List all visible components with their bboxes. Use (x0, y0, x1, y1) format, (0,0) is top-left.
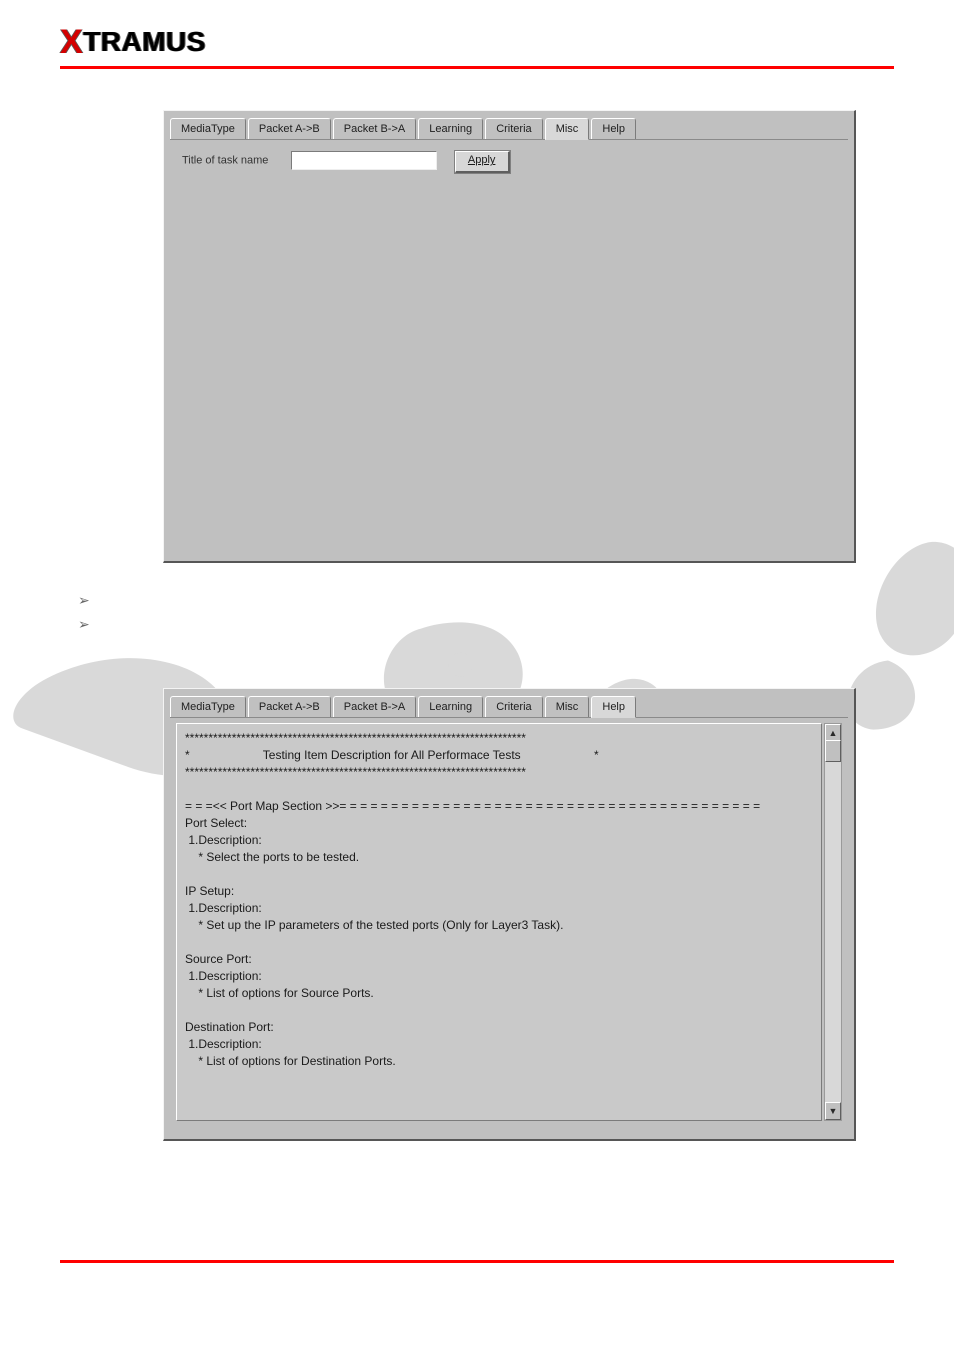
brand-x: X (60, 23, 83, 61)
help-body: ****************************************… (176, 723, 842, 1121)
help-text-area: ****************************************… (176, 723, 822, 1121)
title-label: Title of task name (182, 154, 268, 166)
bullet-item (78, 612, 96, 636)
vertical-scrollbar[interactable]: ▲ ▼ (824, 723, 842, 1121)
tab-help[interactable]: Help (591, 696, 636, 718)
tab-mediatype[interactable]: MediaType (170, 118, 246, 139)
tab-misc[interactable]: Misc (545, 118, 590, 140)
apply-button-label: Apply (468, 154, 496, 166)
arrow-up-icon: ▲ (829, 728, 838, 738)
tab-criteria[interactable]: Criteria (485, 118, 542, 139)
arrow-down-icon: ▼ (829, 1106, 838, 1116)
scroll-thumb[interactable] (825, 740, 841, 762)
apply-button[interactable]: Apply (455, 151, 510, 173)
tab-packet-a-b[interactable]: Packet A->B (248, 118, 331, 139)
task-name-input[interactable] (291, 151, 437, 170)
brand-logo: XTRAMUS (60, 26, 206, 58)
page-footer-rule (60, 1260, 894, 1263)
tab-packet-b-a[interactable]: Packet B->A (333, 696, 416, 717)
brand-rest: TRAMUS (83, 26, 206, 57)
bullet-list (78, 588, 96, 636)
tab-mediatype[interactable]: MediaType (170, 696, 246, 717)
config-panel-misc: MediaType Packet A->B Packet B->A Learni… (163, 110, 856, 563)
tab-learning[interactable]: Learning (418, 118, 483, 139)
tab-packet-a-b[interactable]: Packet A->B (248, 696, 331, 717)
tab-criteria[interactable]: Criteria (485, 696, 542, 717)
misc-body: Title of task name Apply (182, 151, 836, 173)
page-header-rule (60, 66, 894, 69)
tab-strip-top: MediaType Packet A->B Packet B->A Learni… (170, 117, 848, 140)
tab-strip-bottom: MediaType Packet A->B Packet B->A Learni… (170, 695, 848, 718)
config-panel-help: MediaType Packet A->B Packet B->A Learni… (163, 688, 856, 1141)
tab-learning[interactable]: Learning (418, 696, 483, 717)
bullet-item (78, 588, 96, 612)
tab-packet-b-a[interactable]: Packet B->A (333, 118, 416, 139)
scroll-down-button[interactable]: ▼ (825, 1102, 841, 1120)
tab-help[interactable]: Help (591, 118, 636, 139)
tab-misc[interactable]: Misc (545, 696, 590, 717)
